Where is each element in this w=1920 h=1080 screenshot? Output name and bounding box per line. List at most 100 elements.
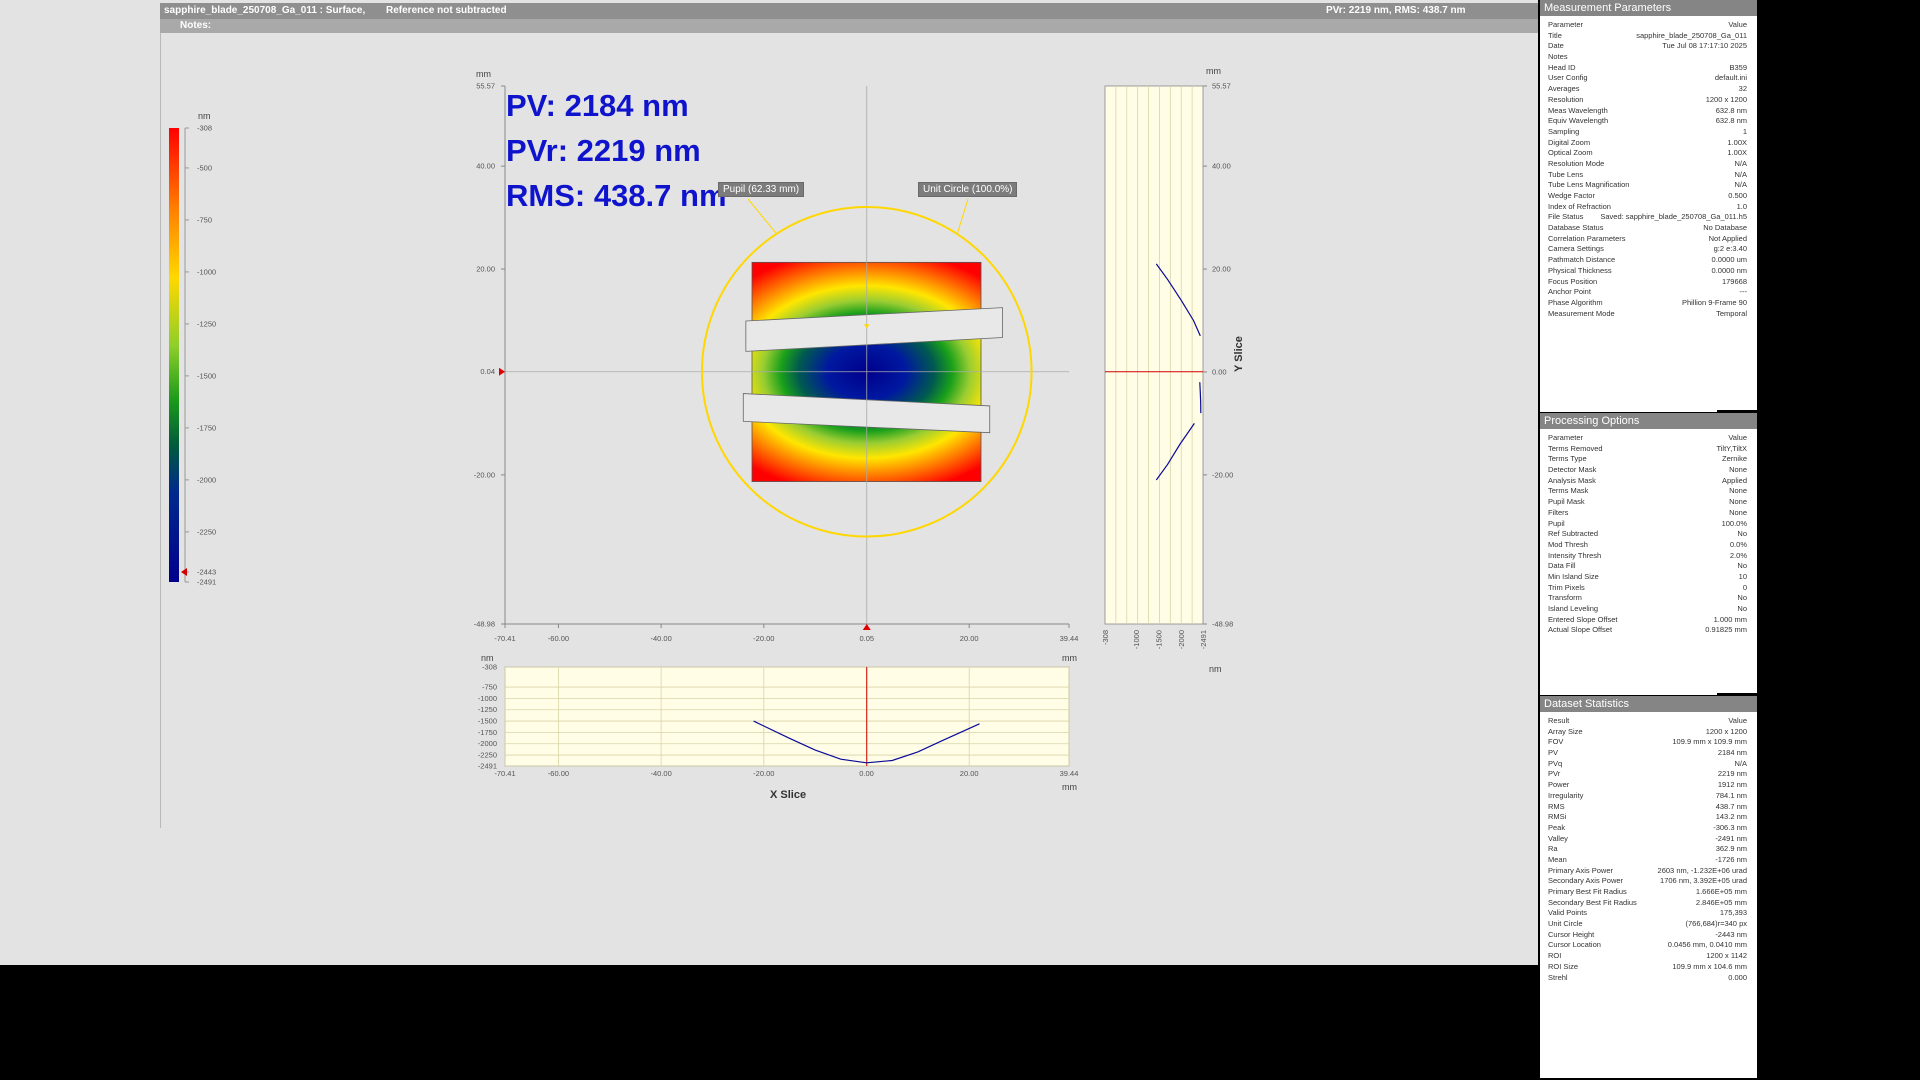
dataset-statistics-row: Ra 362.9 nm (1548, 844, 1747, 855)
colorbar-gradient (169, 128, 179, 582)
param-name: Irregularity (1548, 790, 1584, 800)
param-name: Terms Removed (1548, 443, 1603, 453)
param-value: sapphire_blade_250708_Ga_011 (1636, 30, 1747, 40)
param-name: Unit Circle (1548, 919, 1583, 929)
param-name: Focus Position (1548, 276, 1598, 286)
measurement-parameters-row: Parameter Value (1548, 20, 1747, 31)
x-slice-y-tick-label: -2000 (478, 739, 497, 748)
param-value: 0.0% (1729, 539, 1747, 549)
param-name: Actual Slope Offset (1548, 625, 1613, 635)
param-name: Camera Settings (1548, 244, 1604, 254)
param-value: TiltY,TiltX (1716, 443, 1747, 453)
unit-circle-tag[interactable]: Unit Circle (100.0%) (918, 182, 1018, 197)
measurement-parameters-header[interactable]: Measurement Parameters (1540, 0, 1757, 16)
param-value: -2491 nm (1715, 833, 1747, 843)
param-name: Secondary Best Fit Radius (1548, 897, 1637, 907)
param-name: Anchor Point (1548, 287, 1591, 297)
measurement-parameters-row: Focus Position 179668 (1548, 277, 1747, 288)
x-slice-unit-bottom: mm (1062, 782, 1077, 792)
dataset-statistics-row: ROI Size 109.9 mm x 104.6 mm (1548, 962, 1747, 973)
x-slice-x-tick-label: 20.00 (960, 769, 979, 778)
cursor-y-marker (499, 367, 505, 376)
param-value: 1.000 mm (1713, 614, 1747, 624)
param-value: Value (1728, 433, 1747, 442)
y-slice-y-tick-label: -48.98 (1212, 620, 1233, 629)
dataset-statistics-row: Irregularity 784.1 nm (1548, 791, 1747, 802)
measurement-parameters-row: Equiv Wavelength 632.8 nm (1548, 116, 1747, 127)
param-name: ROI Size (1548, 961, 1579, 971)
x-tick-label: 0.05 (859, 634, 874, 643)
dataset-statistics-row: RMS 438.7 nm (1548, 802, 1747, 813)
param-name: User Config (1548, 73, 1588, 83)
y-slice-unit-bottom: nm (1209, 664, 1222, 674)
y-slice-x-tick-label: -2491 (1199, 630, 1208, 649)
param-value: 109.9 mm x 104.6 mm (1672, 961, 1747, 971)
pupil-tag[interactable]: Pupil (62.33 mm) (718, 182, 805, 197)
y-slice-x-tick-label: -1500 (1155, 630, 1164, 649)
dataset-statistics-row: Unit Circle (766,684)r=340 px (1548, 919, 1747, 930)
y-slice-y-tick-label: 0.00 (1212, 367, 1227, 376)
x-tick-label: 39.44 (1060, 634, 1079, 643)
param-name: Entered Slope Offset (1548, 614, 1618, 624)
param-name: File Status (1548, 212, 1584, 222)
measurement-parameters-row: Averages 32 (1548, 84, 1747, 95)
plots-canvas[interactable]: -308 -500 -750 -1000 -1250 -1500 -1750 -2000 -22… (0, 0, 1538, 965)
param-name: Index of Refraction (1548, 201, 1611, 211)
param-name: RMSi (1548, 812, 1567, 822)
param-value: 100.0% (1721, 518, 1747, 528)
dataset-statistics-row: Secondary Best Fit Radius 2.846E+05 mm (1548, 898, 1747, 909)
param-value: 0.0000 nm (1711, 265, 1747, 275)
x-slice-y-tick-label: -750 (482, 683, 497, 692)
param-name: Array Size (1548, 726, 1583, 736)
measurement-parameters-row: Phase Algorithm Phillion 9-Frame 90 (1548, 298, 1747, 309)
processing-options-row: Filters None (1548, 508, 1747, 519)
y-tick-label: 40.00 (476, 162, 495, 171)
y-slice-plot[interactable]: 55.57 40.00 20.00 0.00 -20.00 -48.98 -308 -1000… (1101, 82, 1233, 650)
param-name: Notes (1548, 52, 1568, 62)
x-slice-unit-left: nm (481, 653, 494, 663)
dataset-statistics-row: Power 1912 nm (1548, 780, 1747, 791)
x-slice-plot[interactable]: -308 -750 -1000 -1250 -1500 -1750 -2000 -2250 -2… (478, 663, 1079, 779)
dataset-statistics-row: Cursor Height -2443 nm (1548, 930, 1747, 941)
param-name: Transform (1548, 593, 1582, 603)
param-name: Sampling (1548, 126, 1580, 136)
param-name: Meas Wavelength (1548, 105, 1608, 115)
main-y-unit: mm (476, 69, 491, 79)
param-name: Measurement Mode (1548, 308, 1615, 318)
dataset-statistics-row: Array Size 1200 x 1200 (1548, 727, 1747, 738)
colorbar-tick-label: -1250 (197, 319, 216, 328)
param-value: Phillion 9-Frame 90 (1681, 297, 1747, 307)
x-slice-unit-right: mm (1062, 653, 1077, 663)
measurement-parameters-row: Notes (1548, 52, 1747, 63)
processing-options-row: Pupil Mask None (1548, 497, 1747, 508)
y-slice-x-tick-label: -1000 (1132, 630, 1141, 649)
param-value: Applied (1721, 475, 1747, 485)
measurement-parameters-row: Meas Wavelength 632.8 nm (1548, 106, 1747, 117)
y-tick-label: 55.57 (476, 82, 495, 91)
y-tick-label: 20.00 (476, 265, 495, 274)
param-value: --- (1739, 287, 1748, 297)
processing-options-row: Terms Type Zernike (1548, 454, 1747, 465)
param-value: 1912 nm (1717, 780, 1747, 790)
processing-options-header[interactable]: Processing Options (1540, 413, 1757, 429)
y-slice-x-tick-label: -2000 (1177, 630, 1186, 649)
y-slice-x-tick-label: -308 (1101, 630, 1110, 645)
param-name: Correlation Parameters (1548, 233, 1626, 243)
param-name: Primary Best Fit Radius (1548, 887, 1627, 896)
param-value: None (1729, 507, 1747, 517)
x-slice-x-tick-label: 0.00 (859, 769, 874, 778)
x-slice-label: X Slice (770, 789, 807, 801)
param-value: No (1737, 604, 1747, 613)
dataset-statistics-header[interactable]: Dataset Statistics (1540, 696, 1757, 712)
param-value: No Database (1703, 223, 1747, 233)
param-value: 1200 x 1142 (1706, 951, 1747, 961)
x-tick-label: 20.00 (960, 634, 979, 643)
param-name: Equiv Wavelength (1548, 116, 1609, 126)
param-value: No (1737, 561, 1747, 571)
param-name: Date (1548, 41, 1564, 51)
x-slice-x-tick-label: -20.00 (753, 769, 774, 778)
colorbar-cursor-marker (181, 568, 187, 577)
x-slice-y-tick-label: -1750 (478, 728, 497, 737)
measurement-parameters-row: Digital Zoom 1.00X (1548, 138, 1747, 149)
param-name: Title (1548, 30, 1562, 40)
